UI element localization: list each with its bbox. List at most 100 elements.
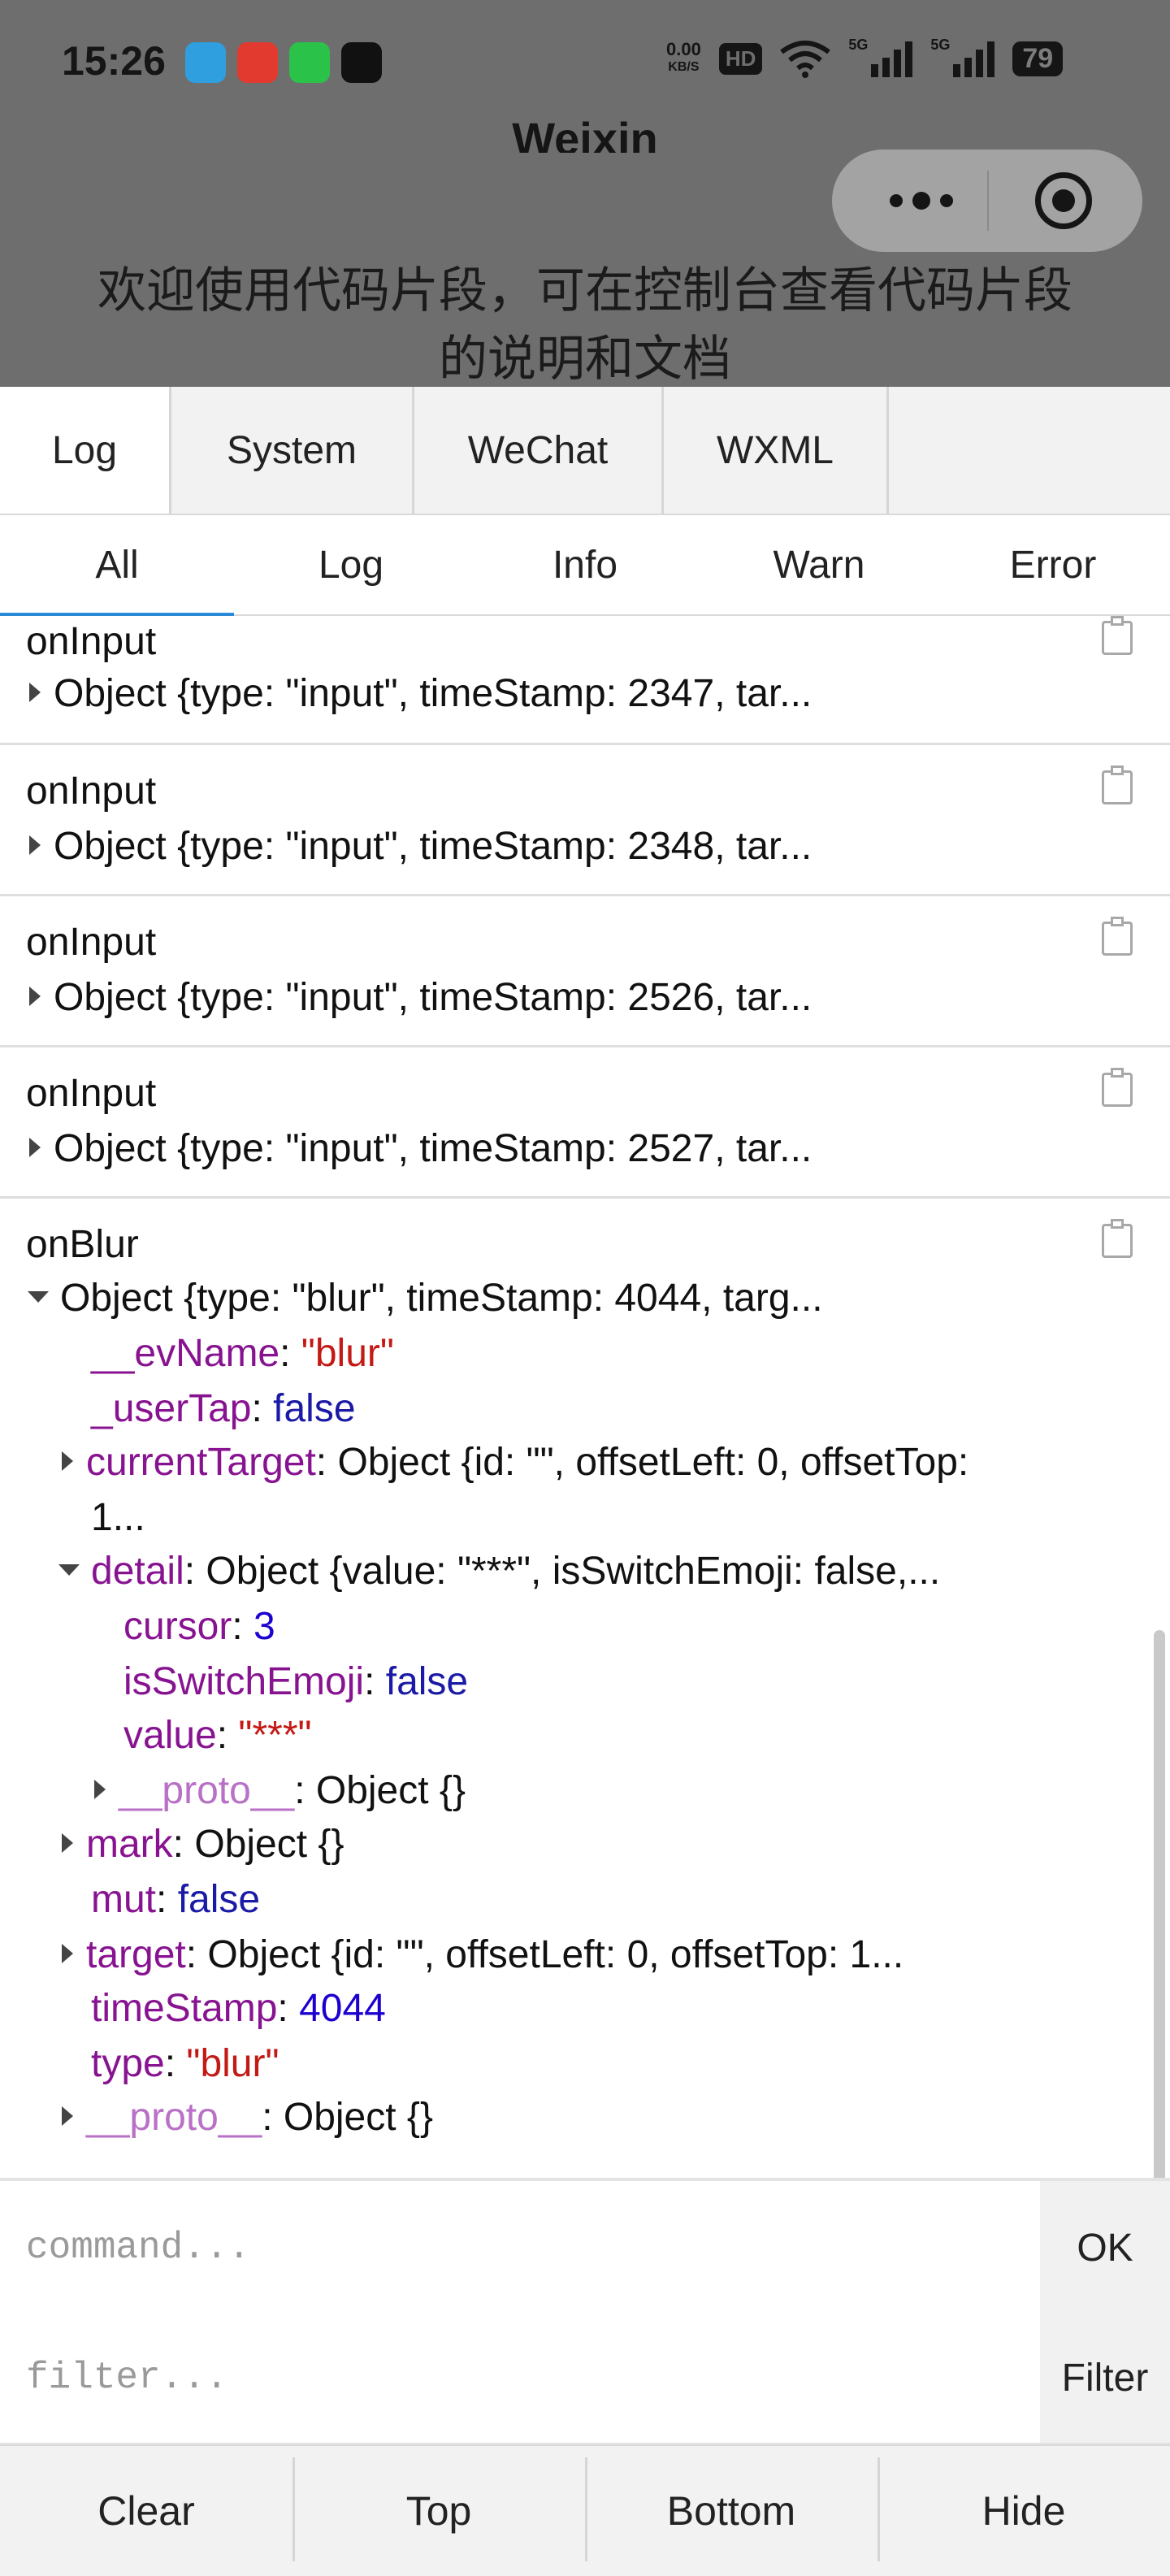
tab-system[interactable]: System bbox=[171, 387, 414, 514]
prop-mark[interactable]: mark: Object {} bbox=[62, 1822, 344, 1867]
copy-icon[interactable] bbox=[1102, 616, 1136, 657]
level-tab-info[interactable]: Info bbox=[468, 515, 702, 614]
prop-key: type bbox=[91, 2042, 165, 2085]
prop-key: isSwitchEmoji bbox=[124, 1660, 365, 1703]
hd-badge: HD bbox=[718, 42, 763, 75]
expand-arrow-icon[interactable] bbox=[29, 683, 41, 703]
log-entry-summary: Object {type: "input", timeStamp: 2526, … bbox=[54, 976, 812, 1019]
status-time: 15:26 bbox=[62, 38, 166, 84]
filter-input[interactable] bbox=[0, 2313, 1037, 2443]
prop-value: 4044 bbox=[299, 1987, 386, 2030]
expand-arrow-icon[interactable] bbox=[62, 1833, 73, 1854]
welcome-text: 欢迎使用代码片段，可在控制台查看代码片段的说明和文档 bbox=[98, 262, 1072, 387]
log-entry-name: onInput bbox=[26, 620, 157, 663]
expand-arrow-icon[interactable] bbox=[62, 1944, 73, 1964]
prop-key: mut bbox=[91, 1878, 157, 1921]
prop-cursor: cursor: 3 bbox=[124, 1605, 275, 1648]
prop-detail-proto[interactable]: __proto__: Object {} bbox=[94, 1768, 466, 1813]
prop-value-text: "***" bbox=[238, 1714, 312, 1757]
log-entry: onInput Object {type: "input", timeStamp… bbox=[0, 743, 1170, 896]
log-entry-summary: Object {type: "input", timeStamp: 2347, … bbox=[54, 672, 812, 715]
prop-currenttarget[interactable]: currentTarget: Object {id: "", offsetLef… bbox=[62, 1440, 968, 1485]
close-button[interactable] bbox=[1035, 172, 1092, 229]
console-log-list[interactable]: onInput Object {type: "input", timeStamp… bbox=[0, 616, 1170, 2178]
signal-icon-2: 5G bbox=[930, 37, 995, 77]
log-entry-summary: Object {type: "blur", timeStamp: 4044, t… bbox=[60, 1277, 823, 1320]
level-tab-error[interactable]: Error bbox=[936, 515, 1170, 614]
level-tab-all[interactable]: All bbox=[0, 515, 234, 616]
log-entry-object[interactable]: Object {type: "input", timeStamp: 2526, … bbox=[29, 975, 812, 1020]
clear-button[interactable]: Clear bbox=[0, 2446, 292, 2576]
prop-key: timeStamp bbox=[91, 1987, 278, 2030]
wifi-icon bbox=[780, 41, 831, 78]
bottom-button[interactable]: Bottom bbox=[585, 2446, 878, 2576]
prop-evname: __evName: "blur" bbox=[91, 1332, 394, 1375]
prop-timestamp: timeStamp: 4044 bbox=[91, 1987, 386, 2030]
page-title: Weixin bbox=[512, 113, 658, 153]
command-input[interactable] bbox=[0, 2181, 1037, 2314]
collapse-arrow-icon[interactable] bbox=[28, 1291, 49, 1303]
filter-button[interactable]: Filter bbox=[1040, 2313, 1170, 2443]
collapse-arrow-icon[interactable] bbox=[58, 1564, 80, 1576]
prop-proto[interactable]: __proto__: Object {} bbox=[62, 2095, 433, 2140]
more-button[interactable] bbox=[864, 172, 978, 229]
prop-value: "blur" bbox=[186, 2042, 280, 2085]
log-entry-name: onInput bbox=[26, 1072, 157, 1115]
hide-button[interactable]: Hide bbox=[878, 2446, 1170, 2576]
log-entry-object[interactable]: Object {type: "input", timeStamp: 2347, … bbox=[29, 671, 812, 716]
prop-value: Object {id: "", offsetLeft: 0, offsetTop… bbox=[207, 1933, 904, 1976]
copy-icon[interactable] bbox=[1102, 765, 1136, 806]
log-entry-object[interactable]: Object {type: "input", timeStamp: 2348, … bbox=[29, 824, 812, 869]
prop-key: cursor bbox=[124, 1605, 232, 1648]
prop-isswitchemoji: isSwitchEmoji: false bbox=[124, 1660, 469, 1703]
prop-currenttarget-continued: 1... bbox=[91, 1496, 145, 1539]
console-panel-tabs: Log System WeChat WXML bbox=[0, 387, 1170, 515]
prop-key: __proto__ bbox=[86, 2096, 262, 2139]
copy-icon[interactable] bbox=[1102, 1068, 1136, 1108]
prop-detail[interactable]: detail: Object {value: "***", isSwitchEm… bbox=[58, 1549, 940, 1594]
tab-wechat[interactable]: WeChat bbox=[414, 387, 664, 514]
prop-value: value: "***" bbox=[124, 1714, 312, 1757]
expand-arrow-icon[interactable] bbox=[62, 1451, 73, 1472]
prop-value: "blur" bbox=[301, 1332, 394, 1375]
prop-key: target bbox=[86, 1933, 186, 1976]
command-row: OK bbox=[0, 2178, 1170, 2316]
copy-icon[interactable] bbox=[1102, 917, 1136, 957]
prop-value: Object {} bbox=[315, 1769, 466, 1812]
prop-target[interactable]: target: Object {id: "", offsetLeft: 0, o… bbox=[62, 1932, 904, 1977]
prop-usertap: _userTap: false bbox=[91, 1387, 356, 1430]
log-entry-object[interactable]: Object {type: "blur", timeStamp: 4044, t… bbox=[28, 1276, 823, 1321]
filter-row: Filter bbox=[0, 2313, 1170, 2444]
log-entry-object[interactable]: Object {type: "input", timeStamp: 2527, … bbox=[29, 1126, 812, 1171]
network-speed: 0.00 KB/S bbox=[666, 41, 701, 76]
prop-key: currentTarget bbox=[86, 1441, 316, 1484]
prop-value: Object {id: "", offsetLeft: 0, offsetTop… bbox=[337, 1441, 969, 1484]
tab-wxml[interactable]: WXML bbox=[664, 387, 889, 514]
expand-arrow-icon[interactable] bbox=[62, 2106, 73, 2127]
prop-value: Object {} bbox=[194, 1823, 344, 1866]
notification-app-icons bbox=[185, 42, 382, 83]
prop-value: false bbox=[385, 1660, 469, 1703]
prop-value: false bbox=[177, 1878, 261, 1921]
copy-icon[interactable] bbox=[1102, 1219, 1136, 1260]
log-level-tabs: All Log Info Warn Error bbox=[0, 515, 1170, 616]
more-dots-icon bbox=[890, 194, 903, 207]
prop-key: detail bbox=[91, 1550, 184, 1593]
signal-2-label: 5G bbox=[930, 37, 951, 53]
expand-arrow-icon[interactable] bbox=[94, 1780, 106, 1800]
expand-arrow-icon[interactable] bbox=[29, 835, 41, 856]
expand-arrow-icon[interactable] bbox=[29, 1138, 41, 1158]
expand-arrow-icon[interactable] bbox=[29, 987, 41, 1007]
prop-value: false bbox=[273, 1387, 356, 1430]
log-entry-expanded: onBlur Object {type: "blur", timeStamp: … bbox=[0, 1196, 1170, 2178]
ok-button[interactable]: OK bbox=[1040, 2181, 1170, 2314]
log-entry-name: onInput bbox=[26, 921, 157, 964]
top-button[interactable]: Top bbox=[292, 2446, 585, 2576]
tab-log[interactable]: Log bbox=[0, 387, 171, 514]
prop-key: __evName bbox=[91, 1332, 280, 1375]
level-tab-warn[interactable]: Warn bbox=[702, 515, 936, 614]
prop-key: value bbox=[124, 1714, 217, 1757]
prop-value: Object {value: "***", isSwitchEmoji: fal… bbox=[206, 1550, 941, 1593]
prop-key: __proto__ bbox=[119, 1769, 295, 1812]
level-tab-log[interactable]: Log bbox=[234, 515, 468, 614]
